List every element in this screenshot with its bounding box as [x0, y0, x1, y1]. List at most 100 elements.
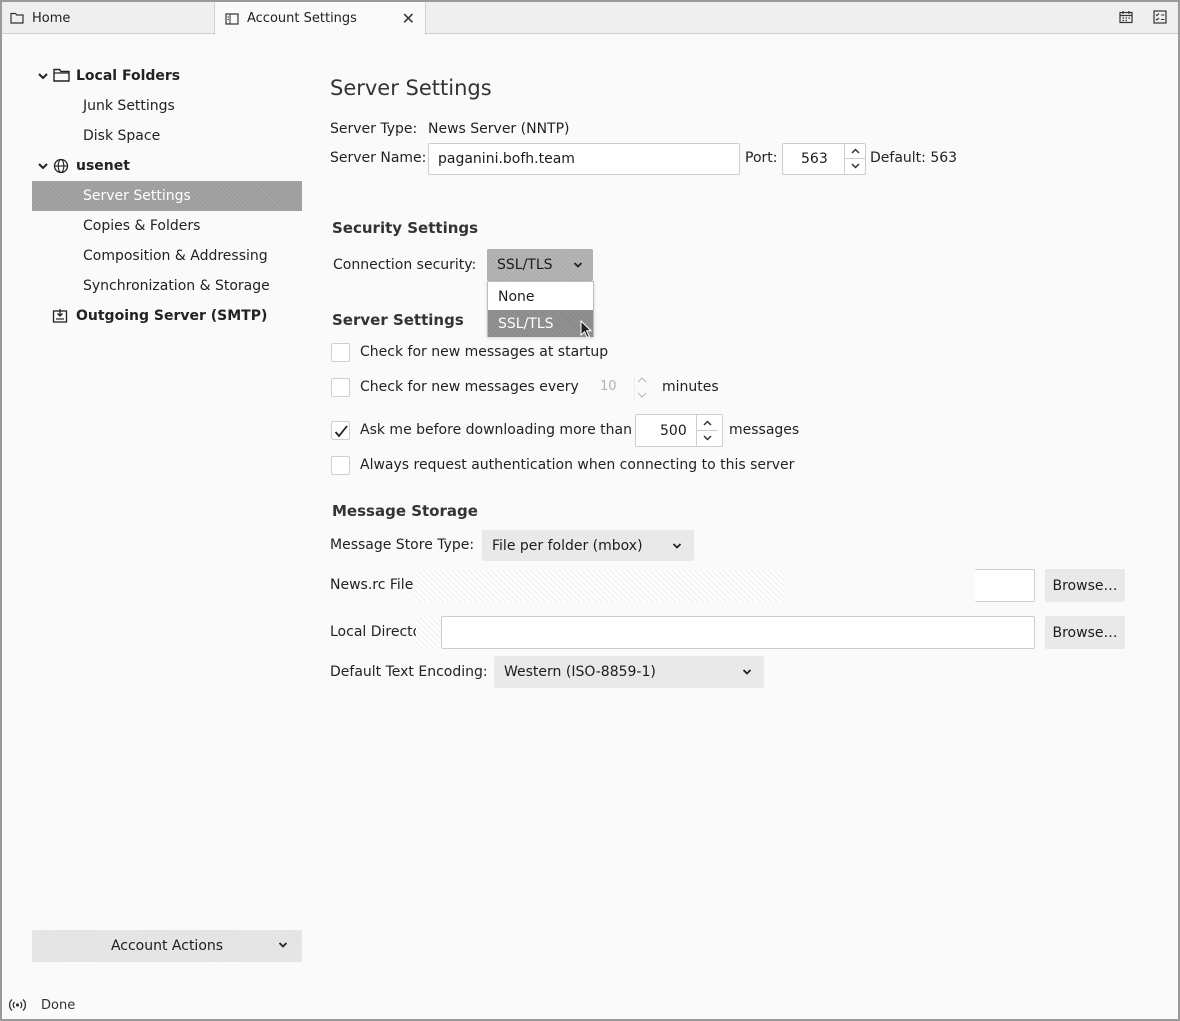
spin-up-button[interactable]: [845, 144, 866, 159]
connection-security-dropdown: None SSL/TLS: [487, 281, 594, 337]
sidebar-item-copies-folders[interactable]: Copies & Folders: [32, 211, 302, 241]
account-actions-button[interactable]: Account Actions: [32, 930, 302, 962]
server-name-value: paganini.bofh.team: [438, 151, 575, 167]
sidebar-item-server-settings[interactable]: Server Settings: [32, 181, 302, 211]
chevron-down-icon: [703, 434, 712, 441]
sidebar-item-disk-space[interactable]: Disk Space: [32, 121, 302, 151]
tab-bar: Home Account Settings ✕: [2, 2, 1178, 35]
sidebar-item-synchronization-storage[interactable]: Synchronization & Storage: [32, 271, 302, 301]
sidebar-item-outgoing-server[interactable]: Outgoing Server (SMTP): [32, 301, 302, 331]
check-startup-checkbox[interactable]: [331, 343, 350, 362]
local-directory-browse-button[interactable]: Browse…: [1045, 616, 1125, 649]
outgoing-server-icon: [52, 309, 68, 323]
spin-down-button[interactable]: [697, 431, 718, 447]
folder-icon: [10, 12, 24, 24]
chevron-down-icon[interactable]: [37, 70, 49, 82]
sidebar-item-label: Copies & Folders: [83, 218, 201, 234]
mouse-cursor-icon: [580, 320, 593, 339]
globe-icon: [53, 158, 69, 174]
tab-home[interactable]: Home: [10, 2, 210, 34]
store-type-value: File per folder (mbox): [492, 537, 643, 554]
check-every-value: 10: [600, 379, 617, 394]
chevron-down-icon: [851, 163, 860, 169]
tab-account-settings-label: Account Settings: [247, 11, 357, 26]
newsrc-browse-button[interactable]: Browse…: [1045, 569, 1125, 602]
encoding-label: Default Text Encoding:: [330, 664, 488, 680]
ask-before-spinner[interactable]: [696, 415, 718, 446]
broadcast-icon: [9, 999, 26, 1011]
default-port-label: Default: 563: [870, 150, 958, 166]
port-field[interactable]: 563: [782, 143, 866, 175]
server-type-label: Server Type:: [330, 121, 418, 137]
check-every-stepper[interactable]: 10: [578, 374, 656, 402]
tasks-icon[interactable]: [1153, 10, 1167, 24]
dropdown-option-ssl-tls[interactable]: SSL/TLS: [488, 310, 593, 337]
browse-label: Browse…: [1052, 577, 1118, 594]
encoding-value: Western (ISO-8859-1): [504, 664, 656, 680]
local-directory-label: Local Directo: [330, 624, 416, 640]
local-directory-redacted: [416, 617, 442, 649]
sidebar-item-usenet[interactable]: usenet: [32, 151, 302, 181]
newsrc-label: News.rc File: [330, 577, 414, 593]
encoding-select[interactable]: Western (ISO-8859-1): [494, 656, 764, 688]
dropdown-option-none[interactable]: None: [488, 283, 593, 310]
server-settings-heading: Server Settings: [332, 311, 464, 329]
connection-security-value: SSL/TLS: [497, 257, 553, 273]
sidebar-item-local-folders[interactable]: Local Folders: [32, 61, 302, 91]
check-every-label: Check for new messages every: [360, 379, 579, 395]
tab-home-label: Home: [32, 10, 71, 26]
sidebar-item-label: Outgoing Server (SMTP): [76, 308, 268, 324]
security-settings-heading: Security Settings: [332, 219, 479, 237]
page-title: Server Settings: [330, 76, 492, 100]
chevron-down-icon: [278, 942, 288, 948]
chevron-down-icon[interactable]: [37, 160, 49, 172]
chevron-down-icon: [742, 669, 752, 675]
ask-before-checkbox[interactable]: [331, 421, 350, 440]
newsrc-field[interactable]: [975, 569, 1035, 602]
server-name-field[interactable]: paganini.bofh.team: [428, 143, 740, 175]
sidebar-item-junk-settings[interactable]: Junk Settings: [32, 91, 302, 121]
sidebar-item-label: Server Settings: [83, 188, 191, 204]
checkmark-icon: [334, 425, 348, 438]
settings-tab-icon: [225, 12, 239, 25]
calendar-icon[interactable]: [1119, 10, 1133, 24]
sidebar-item-label: Synchronization & Storage: [83, 278, 270, 294]
status-bar: Done: [2, 994, 1178, 1019]
ask-before-label: Ask me before downloading more than: [360, 422, 632, 438]
server-type-value: News Server (NNTP): [428, 121, 570, 137]
sidebar-item-label: Composition & Addressing: [83, 248, 268, 264]
check-every-checkbox[interactable]: [331, 378, 350, 397]
sidebar-item-label: Junk Settings: [83, 98, 175, 114]
sidebar-item-label: usenet: [76, 158, 130, 174]
server-name-label: Server Name:: [330, 150, 427, 166]
status-text: Done: [41, 998, 76, 1013]
always-auth-checkbox[interactable]: [331, 456, 350, 475]
chevron-down-icon: [672, 542, 682, 549]
spin-down-button[interactable]: [845, 159, 866, 174]
newsrc-redacted: [414, 570, 784, 602]
spinner-arrows-icon[interactable]: [634, 374, 654, 402]
check-every-unit: minutes: [662, 379, 719, 395]
spin-up-button[interactable]: [697, 415, 718, 431]
port-spinner[interactable]: [844, 144, 866, 174]
tab-account-settings[interactable]: Account Settings ✕: [214, 2, 426, 35]
ask-before-stepper[interactable]: 500: [635, 414, 723, 447]
check-startup-label: Check for new messages at startup: [360, 344, 609, 360]
chevron-down-icon: [573, 262, 583, 268]
close-icon[interactable]: ✕: [402, 9, 415, 28]
connection-security-label: Connection security:: [333, 257, 477, 273]
connection-security-select[interactable]: SSL/TLS: [487, 249, 593, 281]
message-storage-heading: Message Storage: [332, 502, 478, 520]
port-value: 563: [801, 151, 828, 167]
ask-before-unit: messages: [729, 422, 800, 438]
folder-icon: [53, 68, 70, 82]
chevron-up-icon: [703, 420, 712, 426]
always-auth-label: Always request authentication when conne…: [360, 457, 795, 473]
account-actions-label: Account Actions: [110, 938, 224, 954]
store-type-label: Message Store Type:: [330, 537, 475, 553]
local-directory-field[interactable]: [441, 616, 1035, 649]
sidebar-item-label: Disk Space: [83, 128, 161, 144]
option-label: SSL/TLS: [498, 315, 554, 332]
store-type-select[interactable]: File per folder (mbox): [482, 530, 694, 561]
sidebar-item-composition-addressing[interactable]: Composition & Addressing: [32, 241, 302, 271]
